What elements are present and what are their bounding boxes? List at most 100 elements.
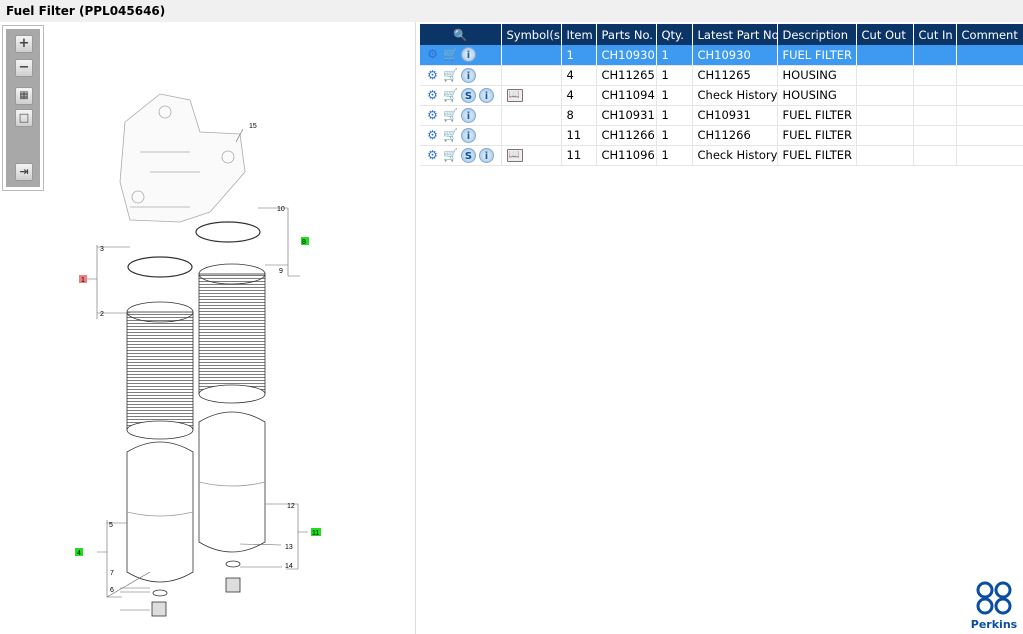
symbol-cell: [501, 45, 562, 66]
column-header-qty[interactable]: Qty.: [656, 24, 693, 45]
table-row[interactable]: ⚙ 🛒 Si 📖 11 CH11096 1 Check History FUEL F…: [420, 145, 1023, 166]
gear-icon[interactable]: ⚙: [425, 128, 440, 143]
latest-part-cell[interactable]: CH11266: [692, 125, 778, 146]
column-header-comment[interactable]: Comment: [956, 24, 1023, 45]
logo-text: Perkins: [970, 618, 1018, 631]
cut-out-cell: [856, 85, 914, 106]
cut-in-cell: [913, 145, 957, 166]
qty-cell: 1: [656, 125, 693, 146]
callout-4-tag[interactable]: 4: [77, 550, 81, 557]
part-no-cell[interactable]: CH11094: [596, 85, 657, 106]
info-icon[interactable]: i: [479, 147, 494, 163]
table-row[interactable]: ⚙ 🛒 i 8 CH10931 1 CH10931 FUEL FILTER: [420, 105, 1023, 126]
callout-12: 12: [287, 503, 295, 510]
row-actions: ⚙ 🛒 i: [420, 125, 502, 146]
search-icon[interactable]: 🔍: [453, 28, 467, 42]
description-cell: FUEL FILTER: [777, 45, 857, 66]
comment-cell: [956, 125, 1023, 146]
cart-icon[interactable]: 🛒: [443, 128, 458, 143]
cut-in-cell: [913, 105, 957, 126]
latest-part-cell[interactable]: Check History: [692, 145, 778, 166]
callout-5: 5: [109, 522, 113, 529]
column-header-cut-in[interactable]: Cut In: [913, 24, 957, 45]
comment-cell: [956, 145, 1023, 166]
item-cell: 11: [561, 145, 597, 166]
column-header-cut-out[interactable]: Cut Out: [856, 24, 914, 45]
zoom-out-button[interactable]: −: [15, 59, 33, 77]
history-book-icon[interactable]: 📖: [506, 89, 523, 102]
gear-icon[interactable]: ⚙: [425, 47, 440, 62]
latest-part-cell[interactable]: CH11265: [692, 65, 778, 86]
perkins-emblem-icon: [976, 581, 1012, 615]
perkins-logo: Perkins: [969, 581, 1019, 631]
latest-part-cell[interactable]: CH10931: [692, 105, 778, 126]
info-icon[interactable]: i: [461, 67, 476, 83]
column-header-parts-no[interactable]: Parts No.: [596, 24, 657, 45]
qty-cell: 1: [656, 145, 693, 166]
cut-out-cell: [856, 125, 914, 146]
table-row[interactable]: ⚙ 🛒 i 1 CH10930 1 CH10930 FUEL FILTER: [420, 45, 1023, 66]
export-button[interactable]: ⇥: [15, 163, 33, 181]
latest-part-cell[interactable]: CH10930: [692, 45, 778, 66]
part-no-cell[interactable]: CH10931: [596, 105, 657, 126]
gear-icon[interactable]: ⚙: [425, 148, 440, 163]
table-row[interactable]: ⚙🛒i 11 CH11266 1 CH11266 FUEL FILTER HC: [420, 125, 1023, 146]
history-book-icon[interactable]: 📖: [506, 149, 523, 162]
filter-element-left: [126, 301, 194, 440]
item-cell: 1: [561, 45, 597, 66]
part-no-cell[interactable]: CH11265: [596, 65, 657, 86]
symbol-cell: [501, 105, 562, 126]
zoom-in-button[interactable]: +: [15, 35, 33, 53]
column-header-symbols[interactable]: Symbol(s): [501, 24, 562, 45]
part-no-cell[interactable]: CH10930: [596, 45, 657, 66]
actual-size-button[interactable]: □: [15, 109, 33, 127]
info-icon[interactable]: i: [461, 127, 476, 143]
cart-icon[interactable]: 🛒: [443, 88, 458, 103]
description-cell: HOUSING: [777, 65, 857, 86]
callout-6: 6: [110, 587, 114, 594]
callout-2: 2: [100, 311, 104, 318]
cut-out-cell: [856, 65, 914, 86]
cut-out-cell: [856, 145, 914, 166]
table-row[interactable]: ⚙ 🛒 i 4 CH11265 1 CH11265 HOUSING: [420, 65, 1023, 86]
row-actions: ⚙ 🛒 Si: [420, 85, 502, 106]
callout-1-tag[interactable]: 1: [81, 277, 85, 284]
row-actions: ⚙ 🛒 i: [420, 65, 502, 86]
part-no-cell[interactable]: CH11096: [596, 145, 657, 166]
gear-icon[interactable]: ⚙: [425, 68, 440, 83]
callout-11-tag[interactable]: 11: [312, 530, 319, 537]
part-no-cell[interactable]: CH11266: [596, 125, 657, 146]
gear-icon[interactable]: ⚙: [425, 88, 440, 103]
column-header-item[interactable]: Item: [561, 24, 597, 45]
item-cell: 8: [561, 105, 597, 126]
cut-in-cell: [913, 125, 957, 146]
cart-icon[interactable]: 🛒: [443, 148, 458, 163]
cart-icon[interactable]: 🛒: [443, 68, 458, 83]
fit-to-window-button[interactable]: ▦: [15, 87, 33, 105]
callout-8-tag[interactable]: 8: [302, 239, 306, 246]
comment-cell: [956, 65, 1023, 86]
column-header-search[interactable]: 🔍: [420, 24, 502, 45]
info-icon[interactable]: i: [461, 47, 476, 63]
latest-part-cell[interactable]: Check History: [692, 85, 778, 106]
qty-cell: 1: [656, 85, 693, 106]
parts-list-pane: 🔍 Symbol(s) Item Parts No. Qty. Latest P…: [420, 24, 1023, 634]
column-header-description[interactable]: Description: [777, 24, 857, 45]
info-icon[interactable]: i: [461, 107, 476, 123]
cut-in-cell: [913, 45, 957, 66]
row-actions: ⚙ 🛒 i: [420, 45, 502, 66]
info-icon[interactable]: i: [479, 87, 494, 103]
gear-icon[interactable]: ⚙: [425, 108, 440, 123]
description-cell: FUEL FILTER HC: [777, 125, 857, 146]
s-icon[interactable]: S: [461, 147, 476, 163]
column-header-latest-part-no[interactable]: Latest Part No.: [692, 24, 778, 45]
qty-cell: 1: [656, 45, 693, 66]
cut-out-cell: [856, 105, 914, 126]
qty-cell: 1: [656, 65, 693, 86]
item-cell: 4: [561, 65, 597, 86]
diagram-pane[interactable]: 15 10 3 9 2 12 5 7 13 6 14 8 1 11 4 + − …: [0, 22, 416, 634]
cart-icon[interactable]: 🛒: [443, 47, 458, 62]
table-row[interactable]: ⚙ 🛒 Si 📖 4 CH11094 1 Check History HOUSING: [420, 85, 1023, 106]
s-icon[interactable]: S: [461, 87, 476, 103]
cart-icon[interactable]: 🛒: [443, 108, 458, 123]
